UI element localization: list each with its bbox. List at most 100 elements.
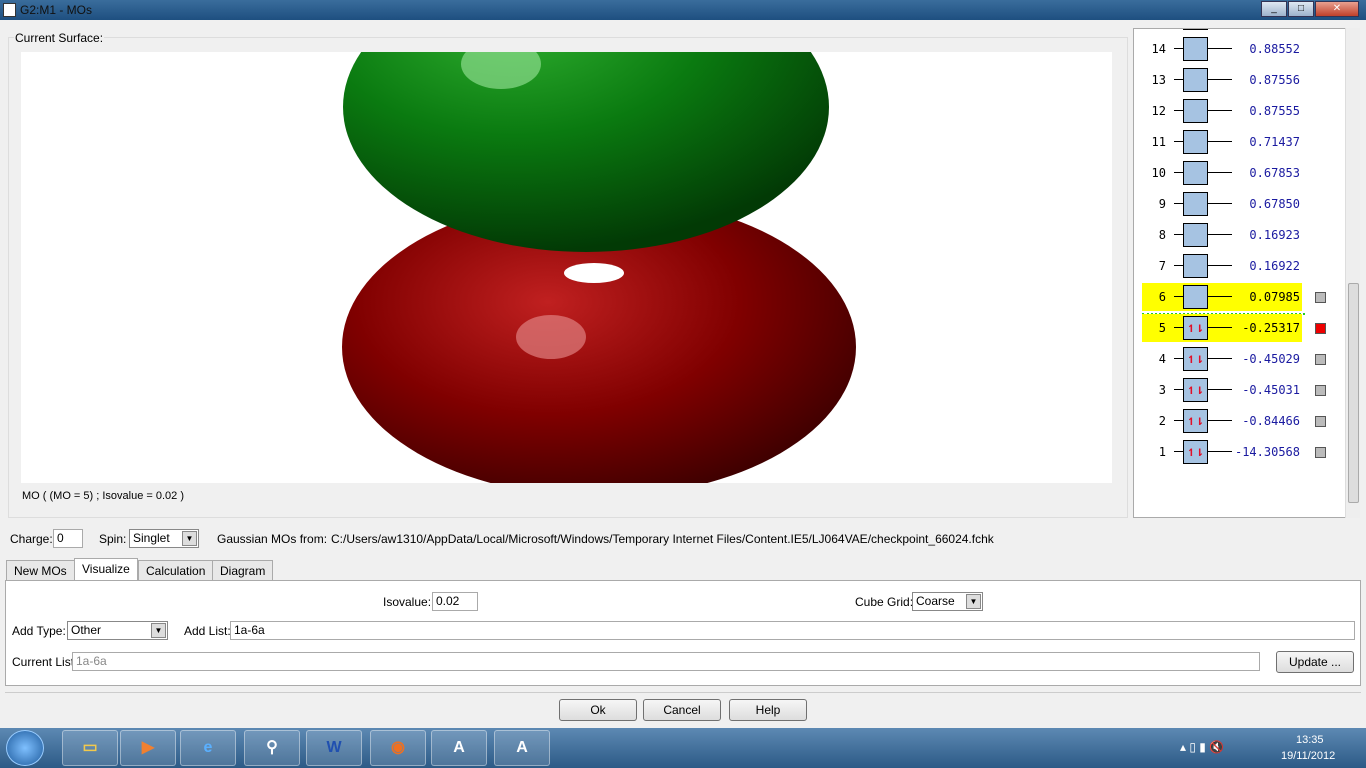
scroll-thumb[interactable] [1348, 283, 1359, 503]
mo-number: 6 [1158, 290, 1166, 304]
help-button[interactable]: Help [729, 699, 807, 721]
empty-orbital-icon [1183, 68, 1208, 92]
gaussview-taskbar-icon[interactable]: A [431, 730, 487, 766]
add-type-select[interactable]: Other ▼ [67, 621, 168, 640]
mo-row[interactable]: 11 0.71437 [1134, 128, 1344, 156]
mo-energy: 0.67853 [1249, 166, 1300, 180]
orbital-surface[interactable] [21, 52, 1112, 483]
empty-orbital-icon [1183, 37, 1208, 61]
empty-orbital-icon [1183, 29, 1208, 30]
mo-row[interactable]: 151.13371 [1134, 29, 1344, 32]
mo-row[interactable]: 4 ↿⇂ -0.45029 [1134, 345, 1344, 373]
positive-lobe [343, 52, 829, 252]
mo-number: 13 [1151, 73, 1166, 87]
tray-icons[interactable]: ▴ ▯ ▮ 🔇 [1180, 740, 1224, 754]
visibility-checkbox[interactable] [1315, 447, 1326, 458]
mo-number: 5 [1158, 321, 1166, 335]
mo-energy: -0.45029 [1242, 352, 1300, 366]
empty-orbital-icon [1183, 285, 1208, 309]
visibility-checkbox[interactable] [1315, 323, 1326, 334]
tab-diagram[interactable]: Diagram [212, 560, 274, 581]
spin-select[interactable]: Singlet ▼ [129, 529, 199, 548]
add-type-value: Other [71, 623, 102, 637]
ok-button[interactable]: Ok [559, 699, 637, 721]
visibility-checkbox[interactable] [1315, 354, 1326, 365]
mo-energy: 0.07985 [1249, 290, 1300, 304]
add-list-label: Add List: [184, 624, 231, 638]
electron-arrows: ↿⇂ [1187, 351, 1204, 367]
mo-number: 11 [1151, 135, 1166, 149]
ie-taskbar-icon[interactable]: e [180, 730, 236, 766]
mo-number: 9 [1158, 197, 1166, 211]
mo-row[interactable]: 5 ↿⇂ -0.25317 [1134, 314, 1344, 342]
mo-row[interactable]: 9 0.67850 [1134, 190, 1344, 218]
mo-row[interactable]: 3 ↿⇂ -0.45031 [1134, 376, 1344, 404]
isovalue-input[interactable]: 0.02 [432, 592, 478, 611]
mo-energy-list[interactable]: 151.13371140.88552130.87556120.87555110.… [1133, 28, 1360, 518]
mo-row[interactable]: 13 0.87556 [1134, 66, 1344, 94]
cancel-button[interactable]: Cancel [643, 699, 721, 721]
maximize-button[interactable]: □ [1288, 1, 1314, 17]
mo-energy: -14.30568 [1234, 445, 1300, 459]
mo-row[interactable]: 8 0.16923 [1134, 221, 1344, 249]
clock-date[interactable]: 19/11/2012 [1281, 750, 1335, 762]
electron-pair-icon: ↿⇂ [1183, 409, 1208, 433]
visibility-checkbox[interactable] [1315, 416, 1326, 427]
app-icon [3, 3, 16, 17]
mo-row[interactable]: 14 0.88552 [1134, 35, 1344, 63]
explorer-taskbar-icon[interactable]: ▭ [62, 730, 118, 766]
chevron-down-icon: ▼ [966, 594, 981, 609]
charge-label: Charge: [10, 532, 53, 546]
mo-row[interactable]: 10 0.67853 [1134, 159, 1344, 187]
mo-energy: -0.84466 [1242, 414, 1300, 428]
mo-number: 1 [1158, 445, 1166, 459]
mo-number: 3 [1158, 383, 1166, 397]
visibility-checkbox[interactable] [1315, 292, 1326, 303]
start-button[interactable] [6, 730, 44, 766]
3d-viewport[interactable] [21, 52, 1112, 483]
firefox-taskbar-icon[interactable]: ◉ [370, 730, 426, 766]
mo-energy: 0.16922 [1249, 259, 1300, 273]
mo-row[interactable]: 2 ↿⇂ -0.84466 [1134, 407, 1344, 435]
add-list-input[interactable]: 1a-6a [230, 621, 1355, 640]
mo-energy: -0.45031 [1242, 383, 1300, 397]
divider [5, 692, 1361, 693]
surface-caption: MO ( (MO = 5) ; Isovalue = 0.02 ) [22, 490, 184, 502]
electron-arrows: ↿⇂ [1187, 320, 1204, 336]
mo-number: 12 [1151, 104, 1166, 118]
tab-new-mos[interactable]: New MOs [6, 560, 75, 581]
tab-calculation[interactable]: Calculation [138, 560, 214, 581]
gaussview-taskbar-icon-2[interactable]: A [494, 730, 550, 766]
specular-spot [516, 315, 586, 359]
visibility-checkbox[interactable] [1315, 385, 1326, 396]
chevron-down-icon: ▼ [151, 623, 166, 638]
media-player-taskbar-icon[interactable]: ▶ [120, 730, 176, 766]
empty-orbital-icon [1183, 99, 1208, 123]
mo-row[interactable]: 12 0.87555 [1134, 97, 1344, 125]
cube-grid-select[interactable]: Coarse ▼ [912, 592, 983, 611]
electron-arrows: ↿⇂ [1187, 444, 1204, 460]
current-list-label: Current List: [12, 655, 78, 669]
empty-orbital-icon [1183, 161, 1208, 185]
clock-time[interactable]: 13:35 [1296, 734, 1324, 746]
search-taskbar-icon[interactable]: ⚲ [244, 730, 300, 766]
mo-number: 2 [1158, 414, 1166, 428]
mo-row[interactable]: 1 ↿⇂ -14.30568 [1134, 438, 1344, 466]
isovalue-label: Isovalue: [383, 595, 432, 609]
mo-number: 4 [1158, 352, 1166, 366]
spin-value: Singlet [133, 531, 170, 545]
update-button[interactable]: Update ... [1276, 651, 1354, 673]
mo-row[interactable]: 7 0.16922 [1134, 252, 1344, 280]
mo-energy: 0.87556 [1249, 73, 1300, 87]
mo-energy: 0.67850 [1249, 197, 1300, 211]
mo-list-scrollbar[interactable] [1345, 28, 1360, 518]
cube-grid-value: Coarse [916, 594, 955, 608]
cube-grid-label: Cube Grid: [855, 595, 914, 609]
word-taskbar-icon[interactable]: W [306, 730, 362, 766]
mo-row[interactable]: 6 0.07985 [1134, 283, 1344, 311]
tab-visualize[interactable]: Visualize [74, 558, 138, 581]
close-button[interactable]: ✕ [1315, 1, 1359, 17]
electron-pair-icon: ↿⇂ [1183, 347, 1208, 371]
charge-input[interactable]: 0 [53, 529, 83, 548]
minimize-button[interactable]: _ [1261, 1, 1287, 17]
